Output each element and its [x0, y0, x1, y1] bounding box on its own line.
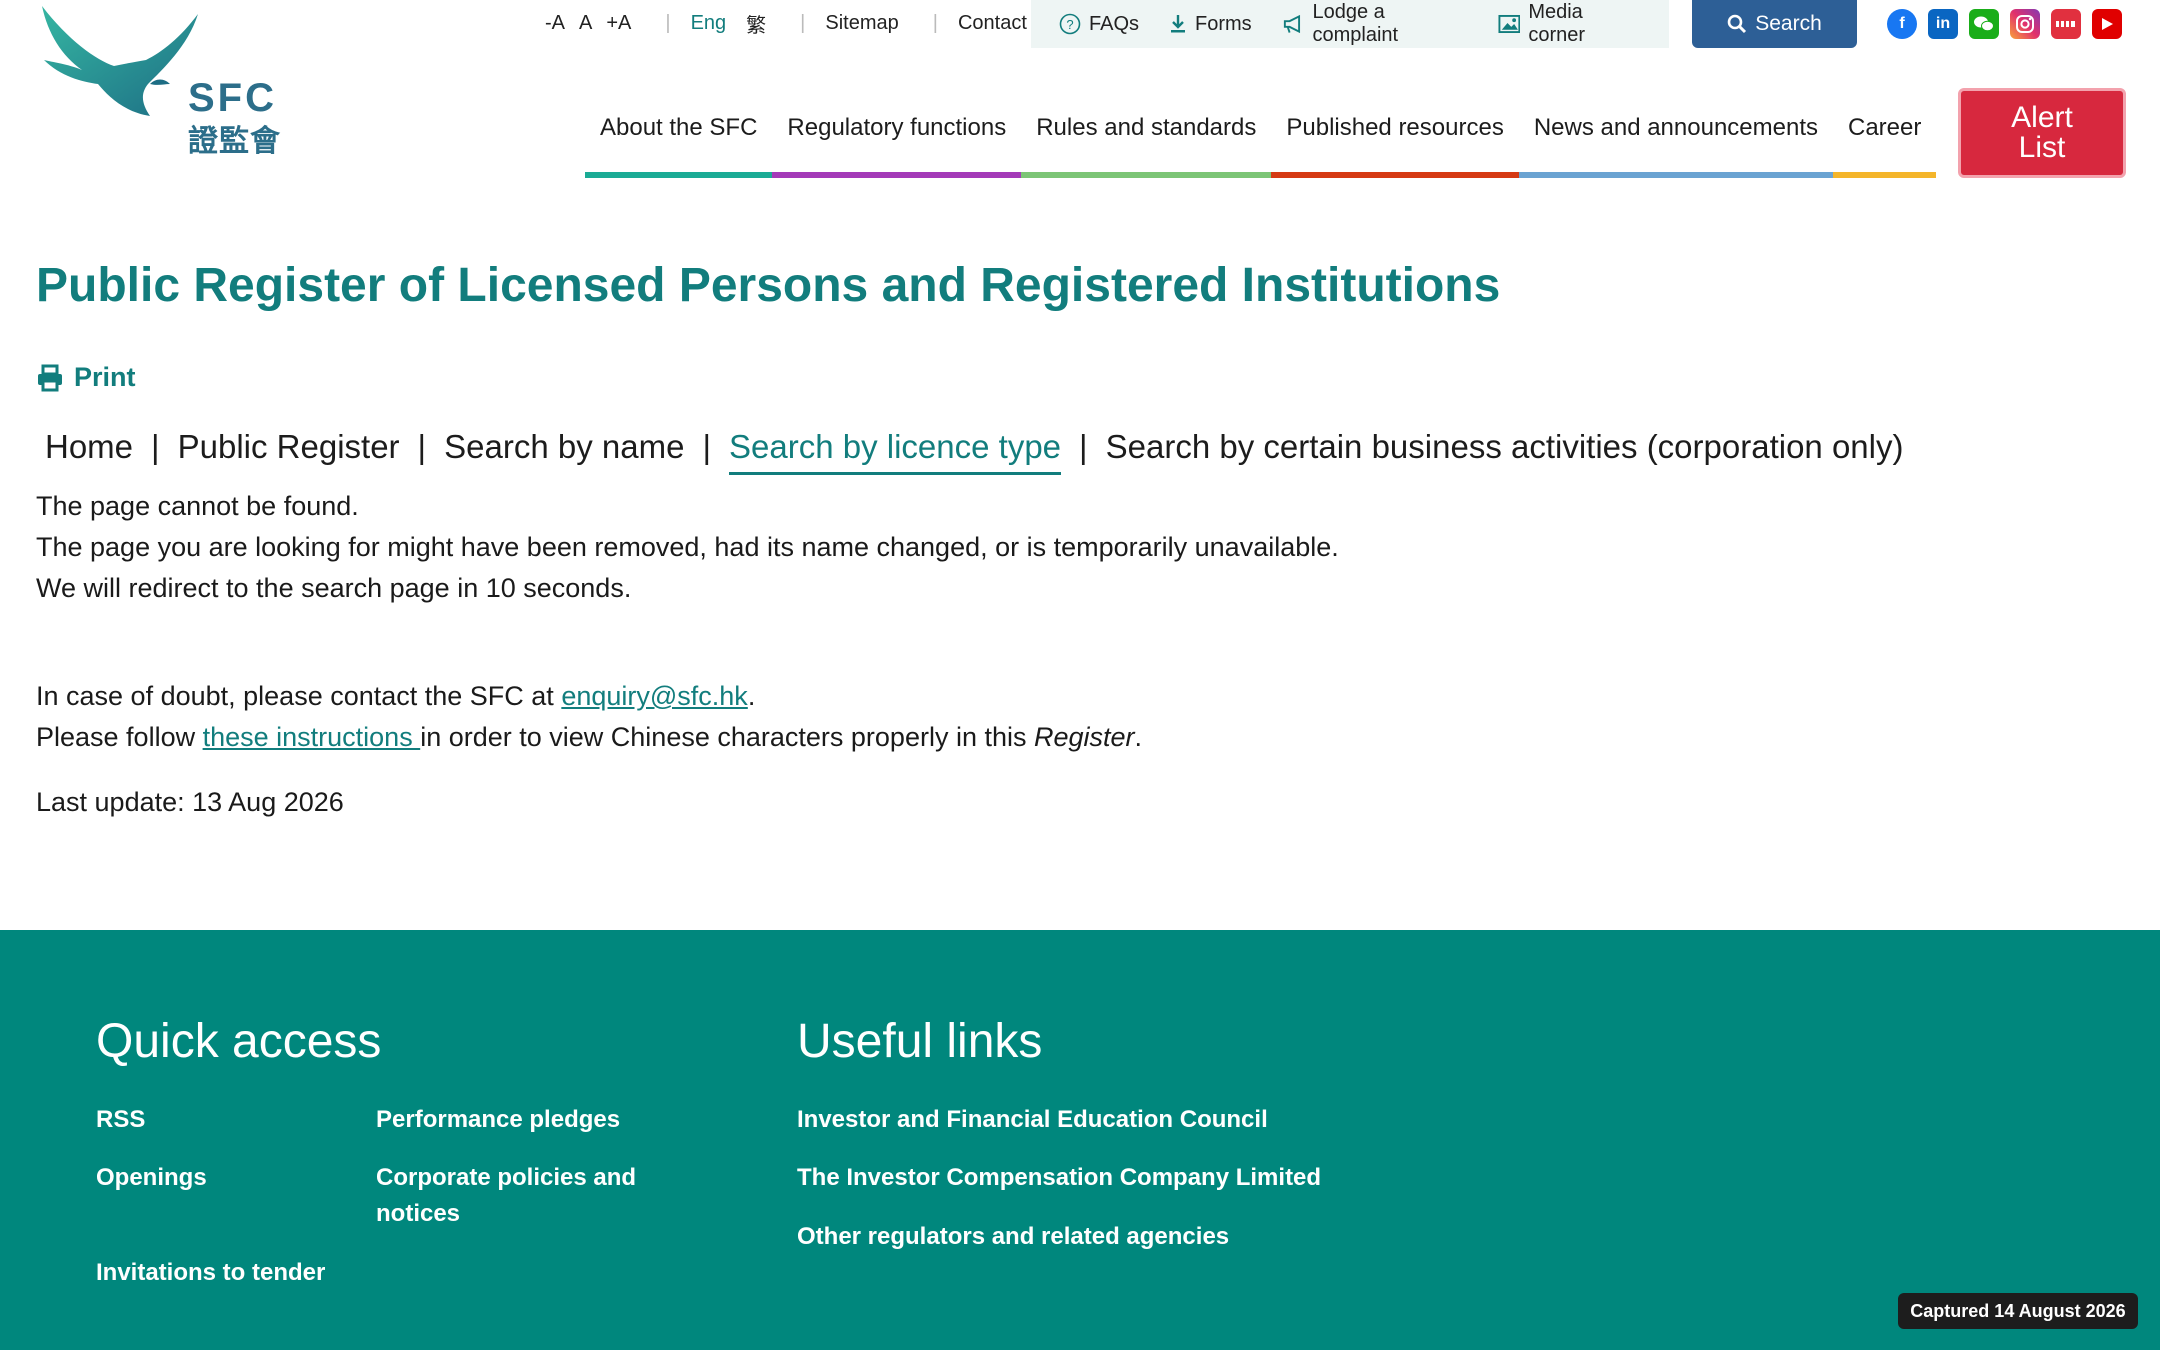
sitemap-link[interactable]: Sitemap: [825, 12, 898, 35]
lodge-complaint-label: Lodge a complaint: [1312, 1, 1399, 46]
nav-rules-and-standards[interactable]: Rules and standards: [1021, 104, 1272, 178]
contact-line: In case of doubt, please contact the SFC…: [36, 676, 1142, 717]
utility-links: ? FAQs Forms Lodge a complaint Media cor…: [1031, 0, 1669, 48]
svg-text:?: ?: [1066, 17, 1073, 32]
faqs-link[interactable]: ? FAQs: [1059, 13, 1139, 36]
print-label: Print: [74, 362, 136, 392]
instructions-text-pre: Please follow: [36, 722, 203, 752]
nav-news-and-announcements[interactable]: News and announcements: [1518, 104, 1834, 178]
breadcrumb-public-register[interactable]: Public Register: [178, 428, 400, 466]
register-italic: Register: [1033, 722, 1135, 752]
media-corner-link[interactable]: Media corner: [1498, 1, 1639, 47]
breadcrumb-separator: |: [417, 428, 427, 465]
quick-access-heading: Quick access: [96, 1015, 382, 1068]
forms-label: Forms: [1195, 12, 1252, 35]
useful-links-heading: Useful links: [797, 1015, 1043, 1068]
instructions-period: .: [1134, 722, 1143, 752]
alert-list-button[interactable]: Alert List: [1958, 88, 2126, 178]
font-size-decrease[interactable]: -A: [545, 12, 565, 35]
utility-bar: -A A +A | Eng 繁 | Sitemap | Contact us: [545, 0, 1068, 46]
logo-chinese-text: 證監會: [188, 125, 281, 158]
instructions-line: Please follow these instructions in orde…: [36, 717, 1142, 758]
forms-link[interactable]: Forms: [1169, 13, 1252, 36]
youtube-icon[interactable]: [2092, 9, 2122, 39]
nav-about-the-sfc[interactable]: About the SFC: [585, 104, 773, 178]
alert-list-label-line1: Alert: [2011, 101, 2073, 134]
media-corner-label: Media corner: [1528, 1, 1586, 46]
search-button[interactable]: Search: [1692, 0, 1857, 48]
search-label: Search: [1755, 12, 1822, 35]
breadcrumb-search-by-business-activities[interactable]: Search by certain business activities (c…: [1106, 428, 1904, 466]
error-line-2: The page you are looking for might have …: [36, 532, 1339, 562]
footer: Quick access RSS Performance pledges Ope…: [0, 930, 2160, 1350]
font-size-normal[interactable]: A: [579, 12, 592, 35]
image-icon: [1498, 14, 1520, 34]
eagle-logo-icon: [42, 6, 198, 116]
contact-notes: In case of doubt, please contact the SFC…: [36, 676, 1142, 758]
corporate-policies-line1: Corporate policies and: [376, 1164, 637, 1191]
wechat-icon[interactable]: [1969, 9, 1999, 39]
social-links: f in: [1887, 9, 2133, 39]
xiaohongshu-icon[interactable]: [2051, 9, 2081, 39]
printer-icon: [38, 364, 62, 391]
breadcrumb-search-by-licence-type[interactable]: Search by licence type: [729, 428, 1062, 475]
alert-list-label-line2: List: [2018, 131, 2066, 164]
nav-regulatory-functions[interactable]: Regulatory functions: [772, 104, 1022, 178]
contact-text: In case of doubt, please contact the SFC…: [36, 681, 562, 711]
print-button[interactable]: Print: [36, 362, 136, 393]
font-size-increase[interactable]: +A: [606, 12, 631, 35]
logo-text: SFC: [188, 76, 277, 120]
nav-career[interactable]: Career: [1833, 104, 1937, 178]
footer-link-invitations-to-tender[interactable]: Invitations to tender: [96, 1255, 325, 1291]
footer-link-performance-pledges[interactable]: Performance pledges: [376, 1102, 620, 1138]
breadcrumb-separator: |: [151, 428, 160, 465]
footer-link-ifec[interactable]: Investor and Financial Education Council: [797, 1102, 1268, 1138]
contact-period: .: [747, 681, 756, 711]
facebook-icon[interactable]: f: [1887, 9, 1917, 39]
footer-link-other-regulators[interactable]: Other regulators and related agencies: [797, 1219, 1229, 1255]
page-title: Public Register of Licensed Persons and …: [36, 259, 1501, 312]
footer-link-rss[interactable]: RSS: [96, 1102, 145, 1138]
instructions-link[interactable]: these instructions: [203, 722, 421, 752]
download-icon: [1171, 15, 1186, 33]
question-circle-icon: ?: [1059, 13, 1081, 35]
nav-published-resources[interactable]: Published resources: [1271, 104, 1520, 178]
main-navigation: About the SFC Regulatory functions Rules…: [585, 104, 1937, 178]
divider: |: [800, 11, 806, 34]
divider: |: [932, 11, 938, 34]
breadcrumb: Home | Public Register | Search by name …: [45, 428, 1903, 475]
instagram-icon[interactable]: [2010, 9, 2040, 39]
sfc-logo[interactable]: SFC 證監會: [38, 4, 288, 158]
lodge-complaint-link[interactable]: Lodge a complaint: [1282, 1, 1468, 47]
linkedin-icon[interactable]: in: [1928, 9, 1958, 39]
faqs-label: FAQs: [1089, 12, 1140, 35]
divider: |: [665, 11, 671, 34]
megaphone-icon: [1283, 14, 1300, 34]
enquiry-email-link[interactable]: enquiry@sfc.hk: [561, 681, 747, 711]
footer-link-corporate-policies[interactable]: Corporate policies and notices: [376, 1160, 636, 1232]
capture-date-badge: Captured 14 August 2026: [1898, 1293, 2138, 1329]
breadcrumb-separator: |: [1079, 428, 1088, 465]
breadcrumb-separator: |: [702, 428, 712, 465]
footer-link-icc[interactable]: The Investor Compensation Company Limite…: [797, 1160, 1321, 1196]
last-update: Last update: 13 Aug 2026: [36, 787, 344, 817]
search-icon: [1727, 14, 1747, 34]
language-traditional-chinese[interactable]: 繁: [746, 9, 766, 38]
corporate-policies-line2: notices: [376, 1200, 461, 1227]
breadcrumb-home[interactable]: Home: [45, 428, 133, 466]
footer-link-openings[interactable]: Openings: [96, 1160, 207, 1196]
breadcrumb-search-by-name[interactable]: Search by name: [444, 428, 684, 466]
instructions-text-mid: in order to view Chinese characters prop…: [420, 722, 1034, 752]
error-line-1: The page cannot be found.: [36, 491, 359, 521]
language-english[interactable]: Eng: [691, 12, 727, 35]
error-line-3: We will redirect to the search page in 1…: [36, 573, 632, 603]
error-message: The page cannot be found. The page you a…: [36, 486, 1339, 609]
